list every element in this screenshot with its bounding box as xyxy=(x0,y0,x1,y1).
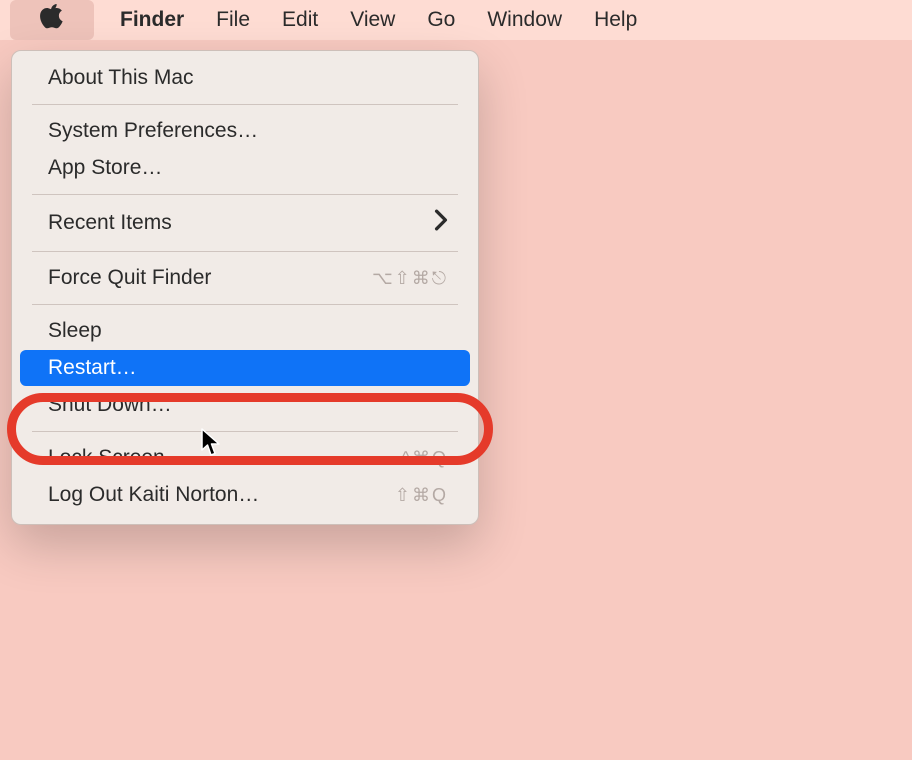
menu-separator xyxy=(32,194,458,195)
menu-separator xyxy=(32,104,458,105)
menubar-item-help[interactable]: Help xyxy=(594,0,637,40)
menubar-item-edit[interactable]: Edit xyxy=(282,0,318,40)
menu-item-log-out[interactable]: Log Out Kaiti Norton… ⇧⌘Q xyxy=(20,477,470,513)
menu-item-recent-items[interactable]: Recent Items xyxy=(20,203,470,243)
apple-logo-icon xyxy=(39,4,65,36)
menubar-item-view[interactable]: View xyxy=(350,0,395,40)
menu-item-label: Shut Down… xyxy=(48,393,172,417)
menubar-item-window[interactable]: Window xyxy=(487,0,562,40)
menu-item-label: Log Out Kaiti Norton… xyxy=(48,483,259,507)
menu-item-label: Force Quit Finder xyxy=(48,266,211,290)
menu-item-label: App Store… xyxy=(48,156,162,180)
menu-item-label: About This Mac xyxy=(48,66,194,90)
menu-item-shortcut: ^⌘Q xyxy=(402,448,448,469)
menu-item-shut-down[interactable]: Shut Down… xyxy=(20,387,470,423)
menu-item-label: Lock Screen xyxy=(48,446,165,470)
menu-item-restart[interactable]: Restart… xyxy=(20,350,470,386)
menu-item-label: Recent Items xyxy=(48,211,172,235)
menubar-item-go[interactable]: Go xyxy=(427,0,455,40)
menu-separator xyxy=(32,251,458,252)
menubar: Finder File Edit View Go Window Help xyxy=(0,0,912,40)
menu-item-shortcut: ⌥⇧⌘⎋ xyxy=(372,268,448,289)
menubar-active-app[interactable]: Finder xyxy=(120,0,184,40)
menu-item-about[interactable]: About This Mac xyxy=(20,60,470,96)
apple-dropdown-menu: About This Mac System Preferences… App S… xyxy=(11,50,479,525)
apple-menu-button[interactable] xyxy=(10,0,94,40)
menubar-item-file[interactable]: File xyxy=(216,0,250,40)
menu-item-system-preferences[interactable]: System Preferences… xyxy=(20,113,470,149)
menu-item-app-store[interactable]: App Store… xyxy=(20,150,470,186)
menu-item-label: Restart… xyxy=(48,356,137,380)
menu-item-lock-screen[interactable]: Lock Screen ^⌘Q xyxy=(20,440,470,476)
menu-item-force-quit[interactable]: Force Quit Finder ⌥⇧⌘⎋ xyxy=(20,260,470,296)
menu-item-sleep[interactable]: Sleep xyxy=(20,313,470,349)
menu-item-label: Sleep xyxy=(48,319,102,343)
menu-separator xyxy=(32,431,458,432)
menu-item-shortcut: ⇧⌘Q xyxy=(395,485,448,506)
menu-item-label: System Preferences… xyxy=(48,119,258,143)
chevron-right-icon xyxy=(434,209,448,237)
menu-separator xyxy=(32,304,458,305)
